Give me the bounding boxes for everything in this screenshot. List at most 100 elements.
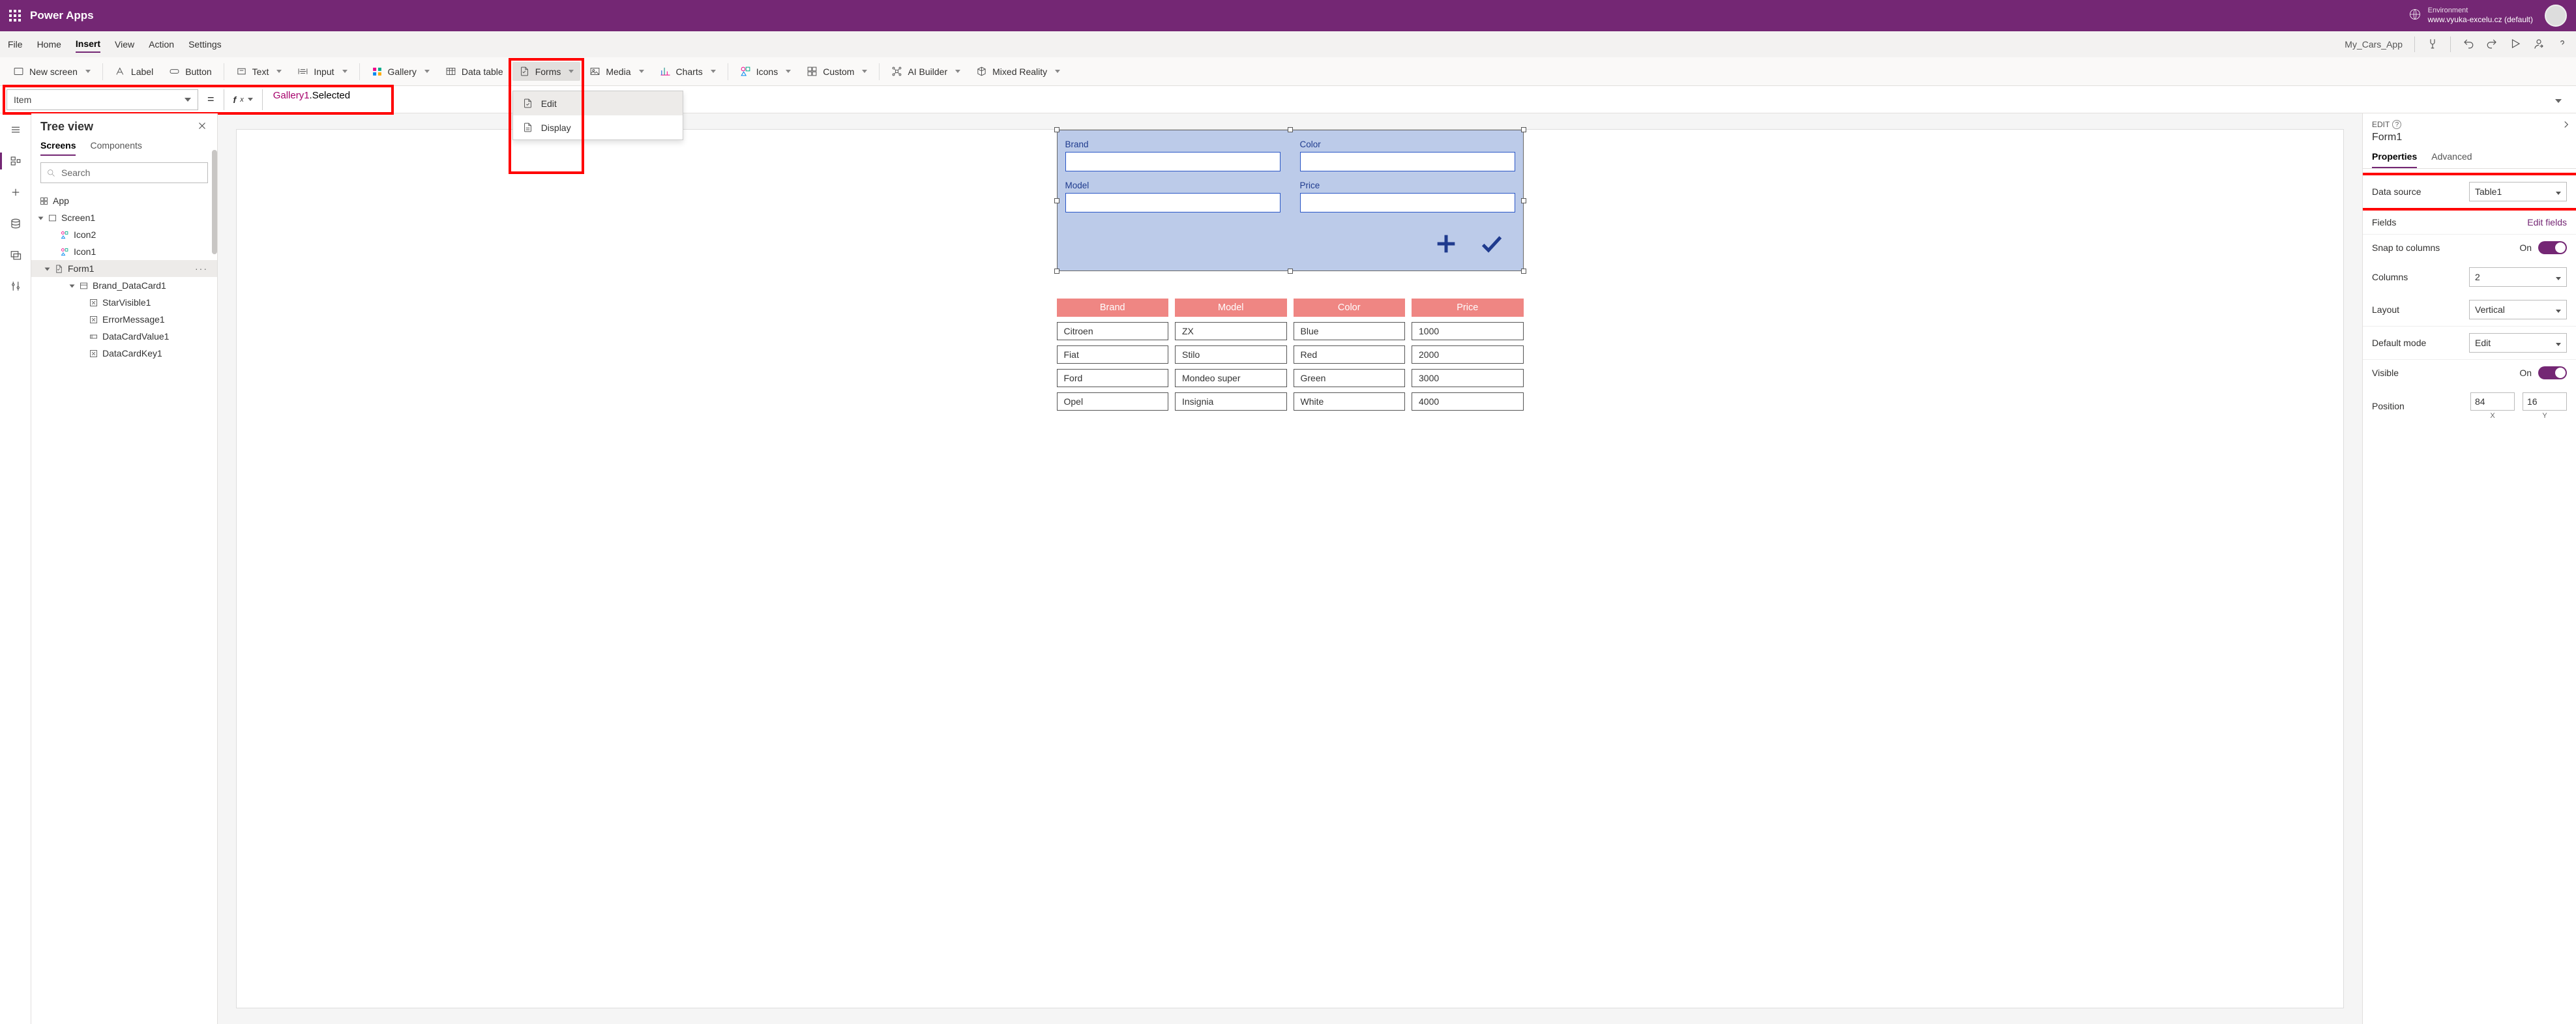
text-button[interactable]: Text — [229, 62, 289, 81]
check-icon[interactable] — [1479, 231, 1505, 259]
tree-node-form1[interactable]: Form1··· — [31, 260, 217, 277]
rail-insert-icon[interactable] — [5, 181, 27, 203]
resize-handle[interactable] — [1288, 127, 1293, 132]
add-icon[interactable] — [1433, 231, 1459, 259]
aibuilder-button[interactable]: AI Builder — [885, 62, 967, 81]
field-input[interactable] — [1065, 193, 1281, 212]
datatable-button[interactable]: Data table — [439, 62, 510, 81]
undo-icon[interactable] — [2463, 38, 2474, 51]
custom-button[interactable]: Custom — [800, 62, 874, 81]
environment-picker[interactable]: Environment www.vyuka-excelu.cz (default… — [2408, 7, 2533, 25]
media-button[interactable]: Media — [583, 62, 650, 81]
table-cell[interactable]: Stilo — [1175, 345, 1287, 364]
visible-toggle[interactable] — [2538, 366, 2567, 379]
resize-handle[interactable] — [1521, 269, 1526, 274]
redo-icon[interactable] — [2486, 38, 2498, 51]
form-control-selected[interactable]: Brand Color Model Price — [1057, 130, 1524, 271]
forms-button[interactable]: Forms — [512, 62, 581, 81]
table-cell[interactable]: 4000 — [1412, 392, 1524, 411]
waffle-icon[interactable] — [9, 10, 21, 22]
table-cell[interactable]: Insignia — [1175, 392, 1287, 411]
forms-display-item[interactable]: Display — [513, 115, 683, 139]
menu-view[interactable]: View — [115, 37, 134, 52]
tree-search-input[interactable]: Search — [40, 162, 208, 183]
scrollbar-thumb[interactable] — [212, 150, 217, 254]
resize-handle[interactable] — [1521, 127, 1526, 132]
table-cell[interactable]: Blue — [1294, 322, 1406, 340]
field-input[interactable] — [1065, 152, 1281, 171]
mixedreality-button[interactable]: Mixed Reality — [970, 62, 1067, 81]
tab-components[interactable]: Components — [90, 136, 141, 156]
table-cell[interactable]: 3000 — [1412, 369, 1524, 387]
close-icon[interactable] — [196, 120, 208, 134]
field-input[interactable] — [1300, 152, 1515, 171]
table-cell[interactable]: 2000 — [1412, 345, 1524, 364]
table-cell[interactable]: White — [1294, 392, 1406, 411]
rail-data-icon[interactable] — [5, 212, 27, 235]
property-selector[interactable]: Item — [7, 89, 198, 110]
menu-insert[interactable]: Insert — [76, 36, 100, 53]
defaultmode-select[interactable]: Edit — [2469, 333, 2567, 353]
tab-properties[interactable]: Properties — [2372, 146, 2417, 168]
tab-screens[interactable]: Screens — [40, 136, 76, 156]
tree-node-app[interactable]: App — [31, 192, 217, 209]
edit-fields-link[interactable]: Edit fields — [2527, 217, 2567, 227]
position-y-input[interactable]: 16 — [2523, 392, 2567, 411]
play-icon[interactable] — [2509, 38, 2521, 51]
help-icon[interactable]: ? — [2392, 120, 2401, 129]
tree-node-icon2[interactable]: Icon2 — [31, 226, 217, 243]
table-cell[interactable]: Fiat — [1057, 345, 1169, 364]
tab-advanced[interactable]: Advanced — [2431, 146, 2472, 168]
columns-select[interactable]: 2 — [2469, 267, 2567, 287]
resize-handle[interactable] — [1521, 198, 1526, 203]
tree-node-branddc[interactable]: Brand_DataCard1 — [31, 277, 217, 294]
layout-select[interactable]: Vertical — [2469, 300, 2567, 319]
menu-settings[interactable]: Settings — [188, 37, 222, 52]
resize-handle[interactable] — [1054, 269, 1059, 274]
gallery-button[interactable]: Gallery — [365, 62, 436, 81]
tree-node-errormessage[interactable]: ErrorMessage1 — [31, 311, 217, 328]
table-cell[interactable]: Ford — [1057, 369, 1169, 387]
tree-node-starvisible[interactable]: StarVisible1 — [31, 294, 217, 311]
table-cell[interactable]: Red — [1294, 345, 1406, 364]
new-screen-button[interactable]: New screen — [7, 62, 97, 81]
tree-node-datacardkey[interactable]: DataCardKey1 — [31, 345, 217, 362]
resize-handle[interactable] — [1054, 198, 1059, 203]
button-button[interactable]: Button — [162, 62, 218, 81]
menu-home[interactable]: Home — [37, 37, 61, 52]
datasource-select[interactable]: Table1 — [2469, 182, 2567, 201]
rail-treeview-icon[interactable] — [5, 150, 27, 172]
table-cell[interactable]: Opel — [1057, 392, 1169, 411]
expand-formula-icon[interactable] — [2547, 91, 2569, 109]
tree-node-datacardvalue[interactable]: DataCardValue1 — [31, 328, 217, 345]
tree-node-screen1[interactable]: Screen1 — [31, 209, 217, 226]
resize-handle[interactable] — [1288, 269, 1293, 274]
position-x-input[interactable]: 84 — [2470, 392, 2515, 411]
table-cell[interactable]: Mondeo super — [1175, 369, 1287, 387]
snap-toggle[interactable] — [2538, 241, 2567, 254]
fx-label[interactable]: fx — [224, 89, 263, 110]
rail-hamburger-icon[interactable] — [5, 119, 27, 141]
share-icon[interactable] — [2533, 38, 2545, 51]
charts-button[interactable]: Charts — [653, 62, 722, 81]
rail-tools-icon[interactable] — [5, 275, 27, 297]
forms-edit-item[interactable]: Edit — [513, 91, 683, 115]
table-cell[interactable]: 1000 — [1412, 322, 1524, 340]
app-file-name[interactable]: My_Cars_App — [2345, 39, 2403, 50]
rail-media-icon[interactable] — [5, 244, 27, 266]
user-avatar[interactable] — [2545, 5, 2567, 27]
field-input[interactable] — [1300, 193, 1515, 212]
table-cell[interactable]: ZX — [1175, 322, 1287, 340]
more-icon[interactable]: ··· — [195, 263, 208, 274]
tree-node-icon1[interactable]: Icon1 — [31, 243, 217, 260]
table-cell[interactable]: Green — [1294, 369, 1406, 387]
input-button[interactable]: Input — [291, 62, 353, 81]
menu-action[interactable]: Action — [149, 37, 174, 52]
app-checker-icon[interactable] — [2427, 38, 2438, 51]
menu-file[interactable]: File — [8, 37, 23, 52]
resize-handle[interactable] — [1054, 127, 1059, 132]
canvas-area[interactable]: Brand Color Model Price Brand Model Colo… — [218, 113, 2362, 1024]
expand-panel-icon[interactable] — [2560, 119, 2572, 132]
icons-button[interactable]: Icons — [733, 62, 797, 81]
label-button[interactable]: Label — [108, 62, 160, 81]
